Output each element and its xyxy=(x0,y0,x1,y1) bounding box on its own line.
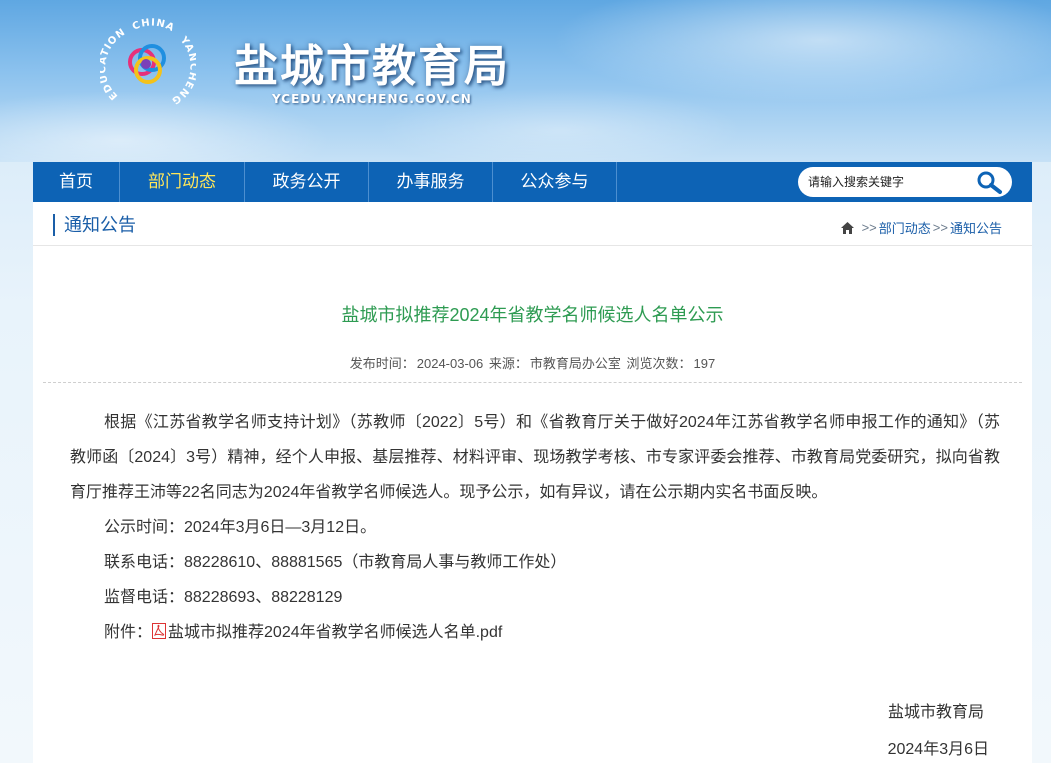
home-icon[interactable] xyxy=(840,221,854,234)
publish-label: 发布时间： xyxy=(349,356,415,371)
svg-text:EDUCATION: EDUCATION xyxy=(100,27,128,102)
logo-text-right: YANCHENG xyxy=(169,34,196,106)
nav-services[interactable]: 办事服务 xyxy=(369,162,493,202)
search-box xyxy=(798,167,1012,197)
signature: 盐城市教育局 xyxy=(887,704,984,721)
breadcrumb-separator: >> xyxy=(932,220,948,235)
section-title: 通知公告 xyxy=(53,214,136,236)
svg-text:CHINA: CHINA xyxy=(131,18,177,34)
article-title: 盐城市拟推荐2024年省教学名师候选人名单公示 xyxy=(341,305,724,325)
section-header: 通知公告 >> 部门动态 >> 通知公告 xyxy=(33,202,1032,246)
attachment-line: 附件： 盐城市拟推荐2024年省教学名师候选人名单.pdf xyxy=(70,615,1000,650)
views-label: 浏览次数： xyxy=(626,356,692,371)
sign-date: 2024年3月6日 xyxy=(887,741,989,758)
breadcrumb-notices[interactable]: 通知公告 xyxy=(950,218,1002,237)
svg-text:YANCHENG: YANCHENG xyxy=(169,34,196,106)
attachment-link[interactable]: 盐城市拟推荐2024年省教学名师候选人名单.pdf xyxy=(168,624,502,641)
logo-text-top: CHINA xyxy=(131,18,176,34)
nav-home[interactable]: 首页 xyxy=(33,162,120,202)
source-value: 市教育局办公室 xyxy=(529,356,621,371)
supervise-phone: 监督电话：88228693、88228129 xyxy=(104,589,343,606)
divider xyxy=(43,382,1022,383)
site-domain: YCEDU.YANCHENG.GOV.CN xyxy=(272,92,472,106)
nav-public-participation[interactable]: 公众参与 xyxy=(493,162,617,202)
breadcrumb: >> 部门动态 >> 通知公告 xyxy=(840,218,1002,237)
attachment-label: 附件： xyxy=(104,624,153,641)
main-nav: 首页 部门动态 政务公开 办事服务 公众参与 xyxy=(33,162,1032,202)
site-logo[interactable]: EDUCATION CHINA YANCHENG xyxy=(100,18,196,110)
breadcrumb-separator: >> xyxy=(861,220,877,235)
contact-phone: 联系电话：88228610、88881565（市教育局人事与教师工作处） xyxy=(104,554,567,571)
article-paragraph: 根据《江苏省教学名师支持计划》（苏教师〔2022〕5号）和《省教育厅关于做好20… xyxy=(70,414,1000,501)
source-label: 来源： xyxy=(488,356,528,371)
nav-department-news[interactable]: 部门动态 xyxy=(120,162,245,202)
content-panel: 通知公告 >> 部门动态 >> 通知公告 盐城市拟推荐2024年省教学名师候选人… xyxy=(33,202,1032,763)
notice-period: 公示时间：2024年3月6日—3月12日。 xyxy=(104,519,377,536)
header-banner: EDUCATION CHINA YANCHENG 盐城市教育局 YCEDU.YA… xyxy=(0,0,1051,162)
publish-date: 2024-03-06 xyxy=(416,356,484,371)
article-meta: 发布时间： 2024-03-06 来源： 市教育局办公室 浏览次数： 197 xyxy=(33,353,1032,372)
site-title: 盐城市教育局 xyxy=(234,41,510,92)
breadcrumb-department-news[interactable]: 部门动态 xyxy=(879,218,931,237)
search-input[interactable] xyxy=(808,173,968,191)
pdf-icon xyxy=(152,623,167,639)
article-body: 根据《江苏省教学名师支持计划》（苏教师〔2022〕5号）和《省教育厅关于做好20… xyxy=(70,405,1000,650)
views-count: 197 xyxy=(693,356,716,371)
logo-text-left: EDUCATION xyxy=(100,27,127,102)
search-icon[interactable] xyxy=(974,169,1004,195)
nav-government-affairs[interactable]: 政务公开 xyxy=(245,162,369,202)
